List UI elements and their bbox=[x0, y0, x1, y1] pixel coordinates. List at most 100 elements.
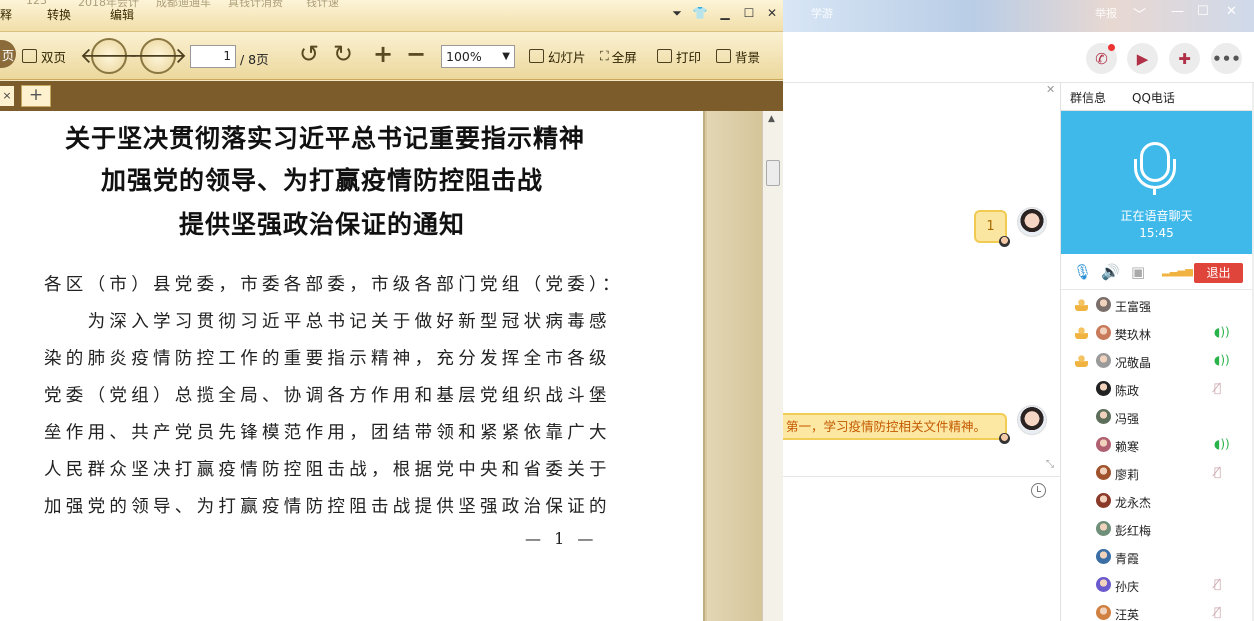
voice-call-button[interactable]: ✆ bbox=[1086, 43, 1117, 74]
add-chat-button[interactable]: ✚ bbox=[1169, 43, 1200, 74]
resize-icon[interactable]: ⤡ bbox=[1046, 459, 1054, 470]
doc-title-line: 加强党的领导、为打赢疫情防控阻击战 bbox=[100, 166, 543, 195]
history-clock-icon[interactable] bbox=[1031, 483, 1046, 498]
menu-item-annotate[interactable]: 释 bbox=[0, 6, 12, 23]
scroll-thumb[interactable] bbox=[766, 160, 780, 186]
speaking-icon: ◖)) bbox=[1214, 353, 1230, 367]
member-item[interactable]: 龙永杰 bbox=[1061, 488, 1252, 516]
ghost-title: 123 bbox=[26, 0, 47, 7]
zoom-select[interactable]: 100% ▼ bbox=[441, 45, 515, 68]
member-item[interactable]: 王富强 bbox=[1061, 292, 1252, 320]
arrow-right-icon: 🡒 bbox=[128, 44, 188, 69]
menu-item-edit[interactable]: 编辑 bbox=[110, 6, 134, 23]
ghost-title: 钱计速 bbox=[306, 0, 339, 9]
call-sidebar: 群信息 QQ电话 正在语音聊天 15:45 🎙 🔊 ▣ ▂▃▄▅ 退出 王富强樊… bbox=[1060, 83, 1254, 621]
message-bubble-text[interactable]: 第一，学习疫情防控相关文件精神。 bbox=[783, 413, 1007, 440]
sender-avatar[interactable] bbox=[1017, 207, 1047, 237]
muted-mic-icon: 🎙̸ bbox=[1214, 577, 1222, 591]
exit-call-button[interactable]: 退出 bbox=[1194, 263, 1243, 283]
new-tab-button[interactable]: + bbox=[21, 85, 51, 107]
fullscreen-button[interactable]: ⛶ 全屏 bbox=[600, 41, 637, 71]
speaking-icon: ◖)) bbox=[1214, 437, 1230, 451]
ghost-title: 成都迪通车 bbox=[156, 0, 211, 9]
close-icon[interactable]: ✕ bbox=[764, 5, 780, 21]
member-item[interactable]: 孙庆 🎙̸ bbox=[1061, 572, 1252, 600]
phone-icon: ✆ bbox=[1095, 49, 1108, 68]
member-name: 陈政 bbox=[1115, 384, 1140, 398]
close-icon[interactable]: ✕ bbox=[1226, 4, 1237, 19]
chevron-down-icon[interactable]: ﹀ bbox=[1133, 4, 1146, 23]
sender-avatar[interactable] bbox=[1017, 405, 1047, 435]
member-item[interactable]: 陈政 🎙̸ bbox=[1061, 376, 1252, 404]
maximize-icon[interactable]: ☐ bbox=[1197, 4, 1209, 19]
next-page-button[interactable]: 🡒 bbox=[129, 38, 188, 74]
zoom-out-icon[interactable]: − bbox=[406, 40, 426, 68]
doc-paragraph-line: 各区（市）县党委，市委各部委，市级各部门党组（党委）： bbox=[44, 275, 624, 295]
ghost-title: 真钱计消费 bbox=[228, 0, 283, 9]
member-avatar bbox=[1096, 549, 1111, 564]
maximize-icon[interactable]: ☐ bbox=[741, 5, 757, 21]
member-avatar bbox=[1096, 465, 1111, 480]
double-page-icon bbox=[22, 49, 37, 63]
member-item[interactable]: 廖莉 🎙̸ bbox=[1061, 460, 1252, 488]
doc-paragraph-line: 党委（党组）总揽全局、协调各方作用和基层党组织战斗堡 bbox=[44, 386, 611, 406]
member-avatar bbox=[1096, 381, 1111, 396]
zoom-value: 100% bbox=[446, 49, 482, 64]
member-item[interactable]: 赖寒 ◖)) bbox=[1061, 432, 1252, 460]
page-number-input[interactable]: 1 bbox=[190, 45, 236, 68]
rotate-left-icon[interactable]: ↺ bbox=[299, 40, 319, 68]
voice-chat-panel: 正在语音聊天 15:45 bbox=[1061, 111, 1252, 254]
member-avatar bbox=[1096, 521, 1111, 536]
member-item[interactable]: 汪英 🎙̸ bbox=[1061, 600, 1252, 621]
report-link[interactable]: 举报 bbox=[1095, 5, 1117, 21]
tab-qq-call[interactable]: QQ电话 bbox=[1132, 89, 1175, 106]
menu-item-convert[interactable]: 转换 bbox=[47, 6, 71, 23]
print-button[interactable]: 打印 bbox=[657, 41, 701, 71]
document-scrollbar[interactable]: ▲ bbox=[762, 111, 783, 621]
skin-icon[interactable]: 👕 bbox=[692, 5, 708, 21]
member-name: 彭红梅 bbox=[1115, 524, 1152, 538]
document-page: 关于坚决贯彻落实习近平总书记重要指示精神 加强党的领导、为打赢疫情防控阻击战 提… bbox=[0, 111, 705, 621]
admin-icon bbox=[1075, 326, 1088, 339]
printer-icon bbox=[657, 49, 672, 63]
video-icon: ▶ bbox=[1136, 49, 1149, 68]
tab-group-info[interactable]: 群信息 bbox=[1070, 89, 1106, 106]
signal-icon: ▂▃▄▅ bbox=[1162, 266, 1193, 277]
zoom-in-icon[interactable]: + bbox=[373, 40, 393, 68]
rotate-right-icon[interactable]: ↻ bbox=[333, 40, 353, 68]
member-name: 樊玖林 bbox=[1115, 328, 1152, 342]
member-item[interactable]: 冯强 bbox=[1061, 404, 1252, 432]
doc-title-line: 关于坚决贯彻落实习近平总书记重要指示精神 bbox=[64, 124, 585, 153]
tab-close-button[interactable]: × bbox=[0, 86, 14, 106]
camera-off-icon[interactable]: ▣ bbox=[1131, 263, 1145, 281]
member-avatar bbox=[1096, 353, 1111, 368]
reader-menubar: 123 2018年会计 成都迪通车 真钱计消费 钱计速 释 转换 编辑 ⏷ 👕 … bbox=[0, 0, 783, 32]
slideshow-button[interactable]: 幻灯片 bbox=[529, 41, 586, 71]
member-item[interactable]: 樊玖林 ◖)) bbox=[1061, 320, 1252, 348]
member-name: 冯强 bbox=[1115, 412, 1140, 426]
member-item[interactable]: 彭红梅 bbox=[1061, 516, 1252, 544]
minimize-icon[interactable]: — bbox=[1171, 4, 1184, 19]
more-button[interactable]: ••• bbox=[1211, 43, 1242, 74]
minimize-icon[interactable]: ▁ bbox=[717, 5, 733, 21]
member-item[interactable]: 况敬晶 ◖)) bbox=[1061, 348, 1252, 376]
member-avatar bbox=[1096, 297, 1111, 312]
chevron-down-icon: ▼ bbox=[502, 51, 510, 62]
double-page-button[interactable]: 双页 bbox=[22, 41, 66, 71]
ghost-title: 学游 bbox=[811, 7, 833, 20]
scroll-up-icon[interactable]: ▲ bbox=[768, 114, 775, 124]
close-icon[interactable]: ✕ bbox=[1046, 83, 1055, 96]
member-item[interactable]: 青霞 bbox=[1061, 544, 1252, 572]
single-page-button[interactable]: 页 bbox=[0, 40, 16, 68]
page-number-footer: — 1 — bbox=[525, 529, 598, 548]
doc-paragraph-line: 加强党的领导、为打赢疫情防控阻击战提供坚强政治保证的 bbox=[44, 497, 611, 517]
prev-page-button[interactable]: 🡐 bbox=[80, 38, 139, 74]
page-total-label: / 8页 bbox=[240, 52, 269, 67]
muted-mic-icon: 🎙̸ bbox=[1214, 605, 1222, 619]
dropdown-icon[interactable]: ⏷ bbox=[669, 5, 685, 21]
video-call-button[interactable]: ▶ bbox=[1127, 43, 1158, 74]
sender-mini-avatar bbox=[999, 433, 1010, 444]
speaker-icon[interactable]: 🔊 bbox=[1101, 263, 1120, 281]
mic-toggle-icon[interactable]: 🎙 bbox=[1073, 263, 1092, 281]
background-button[interactable]: 背景 bbox=[716, 41, 760, 71]
